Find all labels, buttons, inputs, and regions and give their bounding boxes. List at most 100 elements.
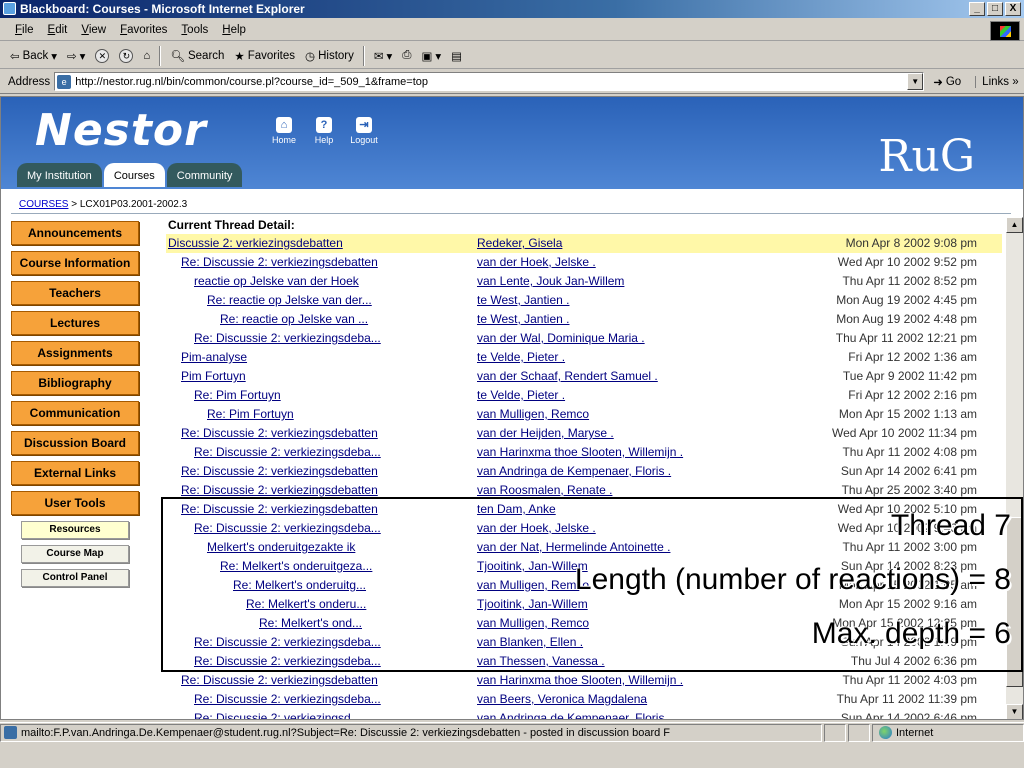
address-input[interactable]: e http://nestor.rug.nl/bin/common/course… (54, 72, 925, 91)
tool-course-map[interactable]: Course Map (21, 545, 129, 563)
dropdown-icon: ▾ (51, 50, 57, 63)
maximize-button[interactable]: □ (987, 2, 1003, 16)
links-button[interactable]: Links » (975, 75, 1019, 88)
close-button[interactable]: X (1005, 2, 1021, 16)
thread-subject-link[interactable]: Pim Fortuyn (181, 367, 246, 386)
tool-resources[interactable]: Resources (21, 521, 129, 539)
tab-courses[interactable]: Courses (103, 163, 165, 187)
address-dropdown-icon[interactable]: ▼ (907, 73, 924, 90)
thread-subject-link[interactable]: Discussie 2: verkiezingsdebatten (168, 234, 343, 253)
nav-discussion-board[interactable]: Discussion Board (11, 431, 139, 455)
thread-subject-link[interactable]: Re: Discussie 2: verkiezingsdebatten (181, 253, 378, 272)
tool-control-panel[interactable]: Control Panel (21, 569, 129, 587)
thread-subject-link[interactable]: Re: Pim Fortuyn (207, 405, 294, 424)
logout-link[interactable]: ⇥ Logout (349, 117, 379, 145)
menu-file[interactable]: File (8, 24, 41, 36)
home-link[interactable]: ⌂ Home (269, 117, 299, 145)
thread-subject-link[interactable]: Re: Discussie 2: verkiezingsdeba... (194, 329, 381, 348)
nav-course-information[interactable]: Course Information (11, 251, 139, 275)
thread-subject-link[interactable]: Re: Discussie 2: verkiezingsdeba... (194, 443, 381, 462)
menu-edit[interactable]: Edit (41, 24, 75, 36)
thread-author-link[interactable]: van Andringa de Kempenaer, Floris . (477, 709, 671, 719)
edit-button[interactable]: ▣ ▾ (417, 45, 445, 67)
thread-row: Re: Discussie 2: verkiezingsdeba... van H… (166, 443, 1002, 462)
nav-lectures[interactable]: Lectures (11, 311, 139, 335)
nav-communication[interactable]: Communication (11, 401, 139, 425)
thread-author-link[interactable]: van Harinxma thoe Slooten, Willemijn . (477, 671, 683, 690)
address-url: http://nestor.rug.nl/bin/common/course.p… (75, 75, 429, 88)
tab-my-institution[interactable]: My Institution (17, 163, 102, 187)
edit-icon: ▣ (421, 50, 433, 63)
thread-author-link[interactable]: van der Heijden, Maryse . (477, 424, 614, 443)
thread-author-link[interactable]: van der Wal, Dominique Maria . (477, 329, 645, 348)
dropdown-icon: ▾ (386, 50, 393, 63)
history-button[interactable]: ◷ History (301, 45, 358, 67)
print-button[interactable]: ⎙ (398, 45, 415, 67)
nav-assignments[interactable]: Assignments (11, 341, 139, 365)
back-button[interactable]: ⇦ Back ▾ (6, 45, 61, 67)
thread-date: Thu Apr 11 2002 8:52 pm (842, 274, 977, 288)
dropdown-icon: ▾ (79, 50, 86, 63)
title-bar: Blackboard: Courses - Microsoft Internet… (0, 0, 1024, 18)
nav-bibliography[interactable]: Bibliography (11, 371, 139, 395)
favorites-button[interactable]: ★ Favorites (230, 45, 299, 67)
thread-subject-link[interactable]: Re: Discussie 2: verkiezingsdeba... (194, 690, 381, 709)
annotation-thread: Thread 7 (890, 509, 1011, 542)
search-button[interactable]: 🔍︎ Search (166, 45, 228, 67)
thread-author-link[interactable]: van der Hoek, Jelske . (477, 253, 596, 272)
discuss-button[interactable]: ▤ (447, 45, 466, 67)
thread-author-link[interactable]: Redeker, Gisela (477, 234, 562, 253)
thread-author-link[interactable]: te Velde, Pieter . (477, 386, 565, 405)
thread-author-link[interactable]: van Beers, Veronica Magdalena (477, 690, 647, 709)
menu-help[interactable]: Help (215, 24, 253, 36)
thread-author-link[interactable]: van Andringa de Kempenaer, Floris . (477, 462, 671, 481)
window-bottom-edge (0, 744, 1024, 768)
nav-user-tools[interactable]: User Tools (11, 491, 139, 515)
scroll-up-icon[interactable]: ▲ (1006, 217, 1023, 233)
thread-subject-link[interactable]: Re: Discussie 2: verkiezingsd... (194, 709, 361, 719)
thread-subject-link[interactable]: Re: Discussie 2: verkiezingsdebatten (181, 671, 378, 690)
thread-author-link[interactable]: van Mulligen, Remco (477, 405, 589, 424)
thread-subject-link[interactable]: reactie op Jelske van der Hoek (194, 272, 359, 291)
nav-external-links[interactable]: External Links (11, 461, 139, 485)
menu-view[interactable]: View (74, 24, 113, 36)
back-arrow-icon: ⇦ (10, 50, 20, 63)
breadcrumb-courses-link[interactable]: COURSES (19, 199, 68, 210)
thread-subject-link[interactable]: Re: reactie op Jelske van der... (207, 291, 372, 310)
go-button[interactable]: ➜ Go (933, 75, 961, 89)
thread-date: Sun Apr 14 2002 6:46 pm (840, 711, 977, 720)
minimize-button[interactable]: _ (969, 2, 985, 16)
thread-subject-link[interactable]: Re: reactie op Jelske van ... (220, 310, 368, 329)
thread-author-link[interactable]: van Harinxma thoe Slooten, Willemijn . (477, 443, 683, 462)
tab-community[interactable]: Community (166, 163, 243, 187)
zone-label: Internet (896, 726, 934, 739)
thread-date: Mon Apr 15 2002 1:13 am (838, 407, 977, 421)
mail-button[interactable]: ✉ ▾ (370, 45, 396, 67)
status-bar: mailto:F.P.van.Andringa.De.Kempenaer@stu… (0, 722, 1024, 742)
divider (11, 213, 1011, 214)
thread-author-link[interactable]: te West, Jantien . (477, 310, 570, 329)
home-button[interactable]: ⌂ (139, 45, 154, 67)
scroll-down-icon[interactable]: ▼ (1006, 704, 1023, 719)
nav-teachers[interactable]: Teachers (11, 281, 139, 305)
windows-logo-icon (990, 21, 1020, 41)
ie-window: Blackboard: Courses - Microsoft Internet… (0, 0, 1024, 768)
main-tabs: My Institution Courses Community (17, 163, 243, 187)
thread-author-link[interactable]: van der Schaaf, Rendert Samuel . (477, 367, 658, 386)
thread-subject-link[interactable]: Re: Discussie 2: verkiezingsdebatten (181, 424, 378, 443)
thread-subject-link[interactable]: Re: Pim Fortuyn (194, 386, 281, 405)
thread-subject-link[interactable]: Re: Discussie 2: verkiezingsdebatten (181, 462, 378, 481)
thread-author-link[interactable]: te West, Jantien . (477, 291, 570, 310)
menu-favorites[interactable]: Favorites (113, 24, 174, 36)
refresh-button[interactable]: ↻ (115, 45, 137, 67)
refresh-icon: ↻ (119, 48, 134, 63)
stop-button[interactable]: ✕ (91, 45, 113, 67)
thread-author-link[interactable]: van Lente, Jouk Jan-Willem (477, 272, 624, 291)
thread-date: Tue Apr 9 2002 11:42 pm (842, 369, 977, 383)
help-link[interactable]: ? Help (309, 117, 339, 145)
nav-announcements[interactable]: Announcements (11, 221, 139, 245)
thread-author-link[interactable]: te Velde, Pieter . (477, 348, 565, 367)
thread-subject-link[interactable]: Pim-analyse (181, 348, 247, 367)
menu-tools[interactable]: Tools (174, 24, 215, 36)
forward-button[interactable]: ⇨ ▾ (63, 45, 89, 67)
